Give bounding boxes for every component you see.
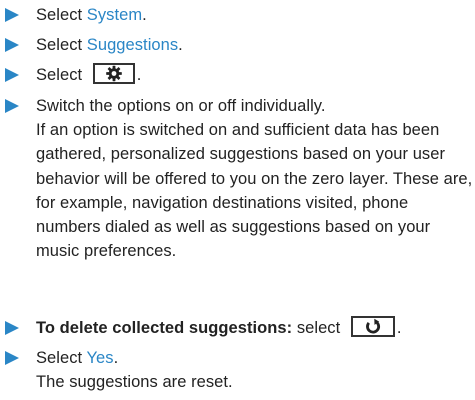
settings-key[interactable] (92, 63, 135, 85)
yes-option[interactable]: Yes (87, 349, 114, 367)
step-punctuation: . (142, 6, 147, 24)
step-arrow-icon (5, 99, 19, 113)
step-switch-options: Switch the options on or off individuall… (0, 94, 475, 263)
system-menu-item[interactable]: System (87, 6, 142, 24)
step-text: Switch the options on or off individuall… (36, 97, 326, 115)
step-select-system: Select System. (0, 3, 147, 27)
gear-icon (105, 65, 122, 82)
step-arrow-icon (5, 8, 19, 22)
step-punctuation: . (396, 319, 402, 337)
step-punctuation: . (113, 349, 119, 367)
step-result-text: The suggestions are reset. (36, 373, 233, 392)
step-arrow-icon (5, 38, 19, 52)
step-arrow-icon (5, 321, 19, 335)
step-text: Select (36, 349, 87, 367)
step-arrow-icon (5, 351, 19, 365)
reset-key[interactable] (350, 316, 395, 338)
step-punctuation: . (136, 66, 142, 84)
step-result-text: If an option is switched on and sufficie… (36, 121, 473, 261)
step-punctuation: . (178, 36, 183, 54)
step-text: select (292, 319, 345, 337)
step-select-yes: Select Yes. The suggestions are reset. (0, 346, 233, 394)
step-delete-suggestions: To delete collected suggestions: select … (0, 316, 402, 340)
step-text: Select (36, 66, 87, 84)
step-arrow-icon (5, 68, 19, 82)
step-text: Select (36, 6, 87, 24)
step-text: Select (36, 36, 87, 54)
step-select-settings: Select . (0, 63, 141, 87)
step-select-suggestions: Select Suggestions. (0, 33, 183, 57)
step-bold-text: To delete collected suggestions: (36, 319, 293, 337)
reset-icon (365, 318, 380, 334)
suggestions-menu-item[interactable]: Suggestions (87, 36, 178, 54)
